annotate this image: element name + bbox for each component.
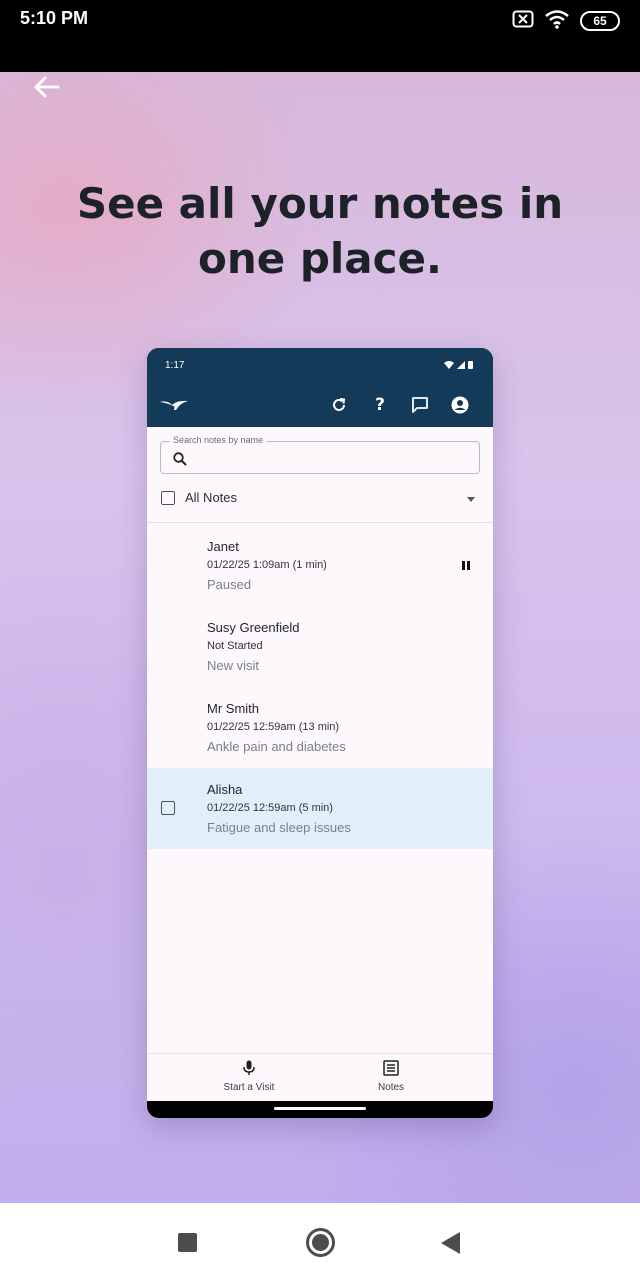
- note-name: Janet: [207, 539, 239, 554]
- wifi-icon: [544, 9, 570, 33]
- sim-off-icon: [512, 10, 534, 32]
- note-description: Paused: [207, 577, 252, 592]
- note-item[interactable]: Janet 01/22/25 1:09am (1 min) Paused: [147, 525, 493, 606]
- battery-icon: [468, 361, 473, 369]
- wifi-icon: [444, 360, 454, 369]
- notes-screen: Search notes by name All Notes Janet 01/…: [147, 427, 493, 1053]
- phone-status-bar: 1:17: [147, 348, 493, 382]
- nav-label: Start a Visit: [223, 1082, 275, 1093]
- note-description: Ankle pain and diabetes: [207, 739, 346, 754]
- search-label: Search notes by name: [170, 435, 267, 445]
- nav-label: Notes: [377, 1082, 405, 1093]
- logo-icon: [159, 394, 189, 416]
- app-bottom-nav: Start a Visit Notes: [147, 1053, 493, 1101]
- note-item[interactable]: Susy Greenfield Not Started New visit: [147, 606, 493, 687]
- recents-button[interactable]: [178, 1233, 197, 1252]
- note-meta: Not Started: [207, 640, 263, 652]
- refresh-icon[interactable]: [328, 394, 350, 416]
- back-button[interactable]: [28, 72, 64, 102]
- arrow-left-icon: [34, 76, 60, 98]
- search-input[interactable]: Search notes by name: [160, 435, 480, 474]
- onboarding-screen: See all your notes in one place. 1:17 ?: [0, 72, 640, 1203]
- note-name: Mr Smith: [207, 701, 259, 716]
- note-name: Susy Greenfield: [207, 620, 300, 635]
- account-icon[interactable]: [449, 394, 471, 416]
- note-item[interactable]: Mr Smith 01/22/25 12:59am (13 min) Ankle…: [147, 687, 493, 768]
- note-description: New visit: [207, 658, 260, 673]
- signal-icon: [457, 360, 465, 369]
- note-meta: 01/22/25 1:09am (1 min): [207, 559, 327, 571]
- status-icons: 65: [512, 9, 620, 33]
- home-indicator: [274, 1107, 366, 1110]
- microphone-icon: [243, 1060, 255, 1075]
- notes-filter[interactable]: All Notes: [147, 483, 493, 523]
- nav-notes[interactable]: Notes: [331, 1060, 451, 1093]
- android-navigation-bar: [0, 1203, 640, 1280]
- note-description: Fatigue and sleep issues: [207, 820, 351, 835]
- notes-list-icon: [383, 1060, 399, 1076]
- app-toolbar: ?: [147, 382, 493, 427]
- nav-start-visit[interactable]: Start a Visit: [189, 1060, 309, 1093]
- help-icon[interactable]: ?: [369, 394, 391, 416]
- status-bar: 5:10 PM 65: [0, 0, 640, 72]
- search-icon: [173, 451, 187, 470]
- home-button[interactable]: [306, 1228, 335, 1257]
- pause-icon[interactable]: [462, 561, 470, 570]
- status-time: 5:10 PM: [20, 8, 89, 28]
- dropdown-arrow-icon[interactable]: [467, 497, 475, 502]
- note-name: Alisha: [207, 782, 243, 797]
- feedback-icon[interactable]: [409, 394, 431, 416]
- battery-icon: 65: [580, 11, 620, 31]
- headline: See all your notes in one place.: [76, 179, 564, 283]
- note-item-selected[interactable]: Alisha 01/22/25 12:59am (5 min) Fatigue …: [147, 768, 493, 849]
- note-meta: 01/22/25 12:59am (5 min): [207, 802, 333, 814]
- select-all-checkbox[interactable]: [161, 491, 175, 505]
- phone-mockup: 1:17 ? Search notes by name All Notes Ja…: [147, 348, 493, 1118]
- back-button[interactable]: [441, 1232, 460, 1254]
- filter-label: All Notes: [185, 490, 238, 505]
- phone-system-icons: [444, 360, 473, 369]
- phone-status-time: 1:17: [165, 360, 185, 371]
- note-meta: 01/22/25 12:59am (13 min): [207, 721, 340, 733]
- note-checkbox[interactable]: [161, 801, 175, 815]
